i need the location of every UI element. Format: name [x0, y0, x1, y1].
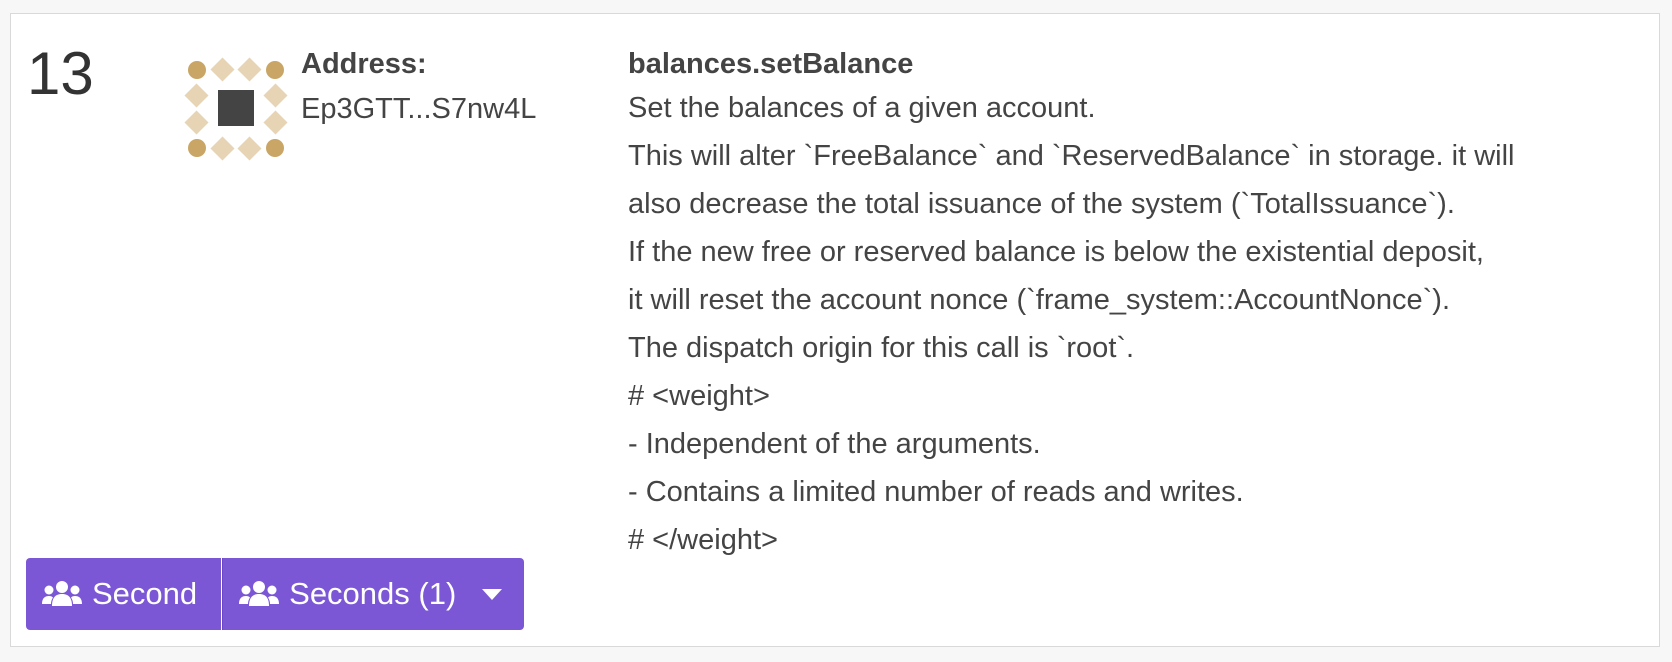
doc-line: - Contains a limited number of reads and…: [628, 476, 1244, 508]
doc-line: This will alter `FreeBalance` and `Reser…: [628, 140, 1515, 172]
doc-line: # <weight>: [628, 380, 770, 412]
seconds-button-label: Seconds (1): [289, 576, 457, 611]
proposer-address: Address: Ep3GTT...S7nw4L: [301, 44, 536, 134]
doc-line: Set the balances of a given account.: [628, 92, 1096, 124]
seconds-dropdown-button[interactable]: Seconds (1): [222, 558, 525, 630]
proposal-actions: Second Seconds (1): [26, 558, 525, 630]
doc-line: - Independent of the arguments.: [628, 428, 1041, 460]
second-button-label: Second: [92, 576, 198, 611]
proposal-index: 13: [27, 40, 94, 107]
identicon-avatar[interactable]: [181, 54, 291, 164]
doc-line: # </weight>: [628, 524, 778, 556]
address-value[interactable]: Ep3GTT...S7nw4L: [301, 84, 536, 134]
proposal-card: 13 Address: Ep3GTT...S7nw4L balances.set…: [10, 13, 1660, 647]
users-icon: [42, 580, 82, 608]
caret-down-icon: [482, 588, 503, 600]
doc-line: it will reset the account nonce (`frame_…: [628, 284, 1450, 316]
doc-line: also decrease the total issuance of the …: [628, 188, 1455, 220]
users-icon: [239, 580, 280, 608]
second-button[interactable]: Second: [26, 558, 222, 630]
call-name: balances.setBalance: [628, 48, 914, 80]
doc-line: If the new free or reserved balance is b…: [628, 236, 1484, 268]
address-label: Address:: [301, 48, 427, 80]
proposal-details: balances.setBalance Set the balances of …: [628, 44, 1648, 564]
doc-line: The dispatch origin for this call is `ro…: [628, 332, 1135, 364]
